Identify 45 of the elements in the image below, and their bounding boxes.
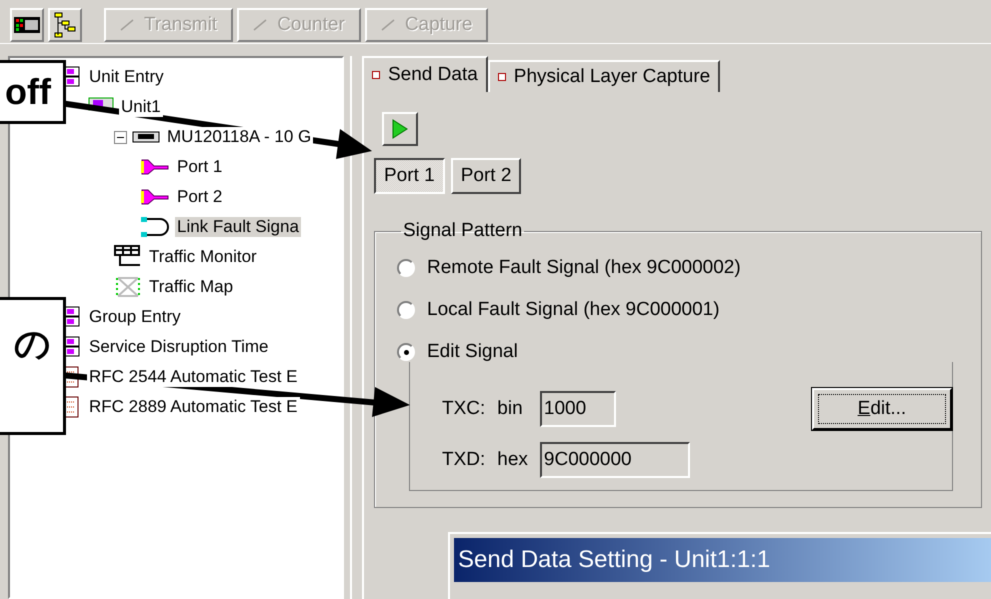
card-icon: [132, 131, 160, 143]
group-title: Signal Pattern: [402, 220, 524, 242]
square-icon: [498, 73, 506, 81]
radio-button[interactable]: [397, 301, 415, 319]
tree-item[interactable]: Link Fault Signa: [175, 217, 301, 237]
callout-box: off: [0, 60, 66, 124]
grid-icon: [14, 17, 40, 33]
port-icon: [140, 188, 170, 206]
square-icon: [372, 71, 380, 79]
tree-item[interactable]: Unit1: [119, 97, 163, 117]
slash-icon: [120, 19, 134, 31]
play-icon: [392, 119, 408, 139]
play-button[interactable]: [382, 112, 418, 146]
port-button[interactable]: Port 2: [450, 158, 522, 194]
field-label: TXD:: [442, 449, 486, 471]
callout-box: の: [0, 297, 66, 435]
slash-icon: [253, 19, 268, 31]
tree-item[interactable]: Group Entry: [87, 307, 183, 327]
map-icon: [114, 275, 142, 299]
unit-label: hex: [497, 449, 528, 471]
input-field[interactable]: 1000: [540, 391, 616, 427]
tree-item[interactable]: Unit Entry: [87, 67, 166, 87]
loop-icon: [140, 216, 170, 238]
slash-icon: [380, 19, 395, 31]
toolbar-button[interactable]: [48, 8, 82, 42]
input-field[interactable]: 9C000000: [540, 442, 690, 478]
collapse-icon[interactable]: [114, 130, 127, 144]
radio-button[interactable]: [397, 259, 415, 277]
dialog-title: Send Data Setting - Unit1:1:1: [454, 538, 991, 582]
unit-label: bin: [497, 398, 524, 420]
field-label: TXC:: [442, 398, 486, 420]
tree-item[interactable]: RFC 2544 Automatic Test E: [87, 367, 300, 387]
tree-item[interactable]: Service Disruption Time: [87, 337, 271, 357]
table-icon: [114, 245, 142, 269]
tab[interactable]: Physical Layer Capture: [488, 60, 720, 92]
tab-label: Physical Layer Capture: [514, 66, 710, 88]
port-icon: [140, 158, 170, 176]
tab[interactable]: Send Data: [362, 56, 488, 92]
radio-button[interactable]: [397, 343, 415, 361]
edit-button[interactable]: Edit...: [812, 388, 952, 430]
port-button[interactable]: Port 1: [374, 158, 445, 194]
toolbar-button[interactable]: [10, 8, 44, 42]
tree-icon: [54, 12, 76, 38]
tab-label: Send Data: [388, 64, 478, 86]
tree-item[interactable]: Traffic Map: [147, 277, 236, 297]
